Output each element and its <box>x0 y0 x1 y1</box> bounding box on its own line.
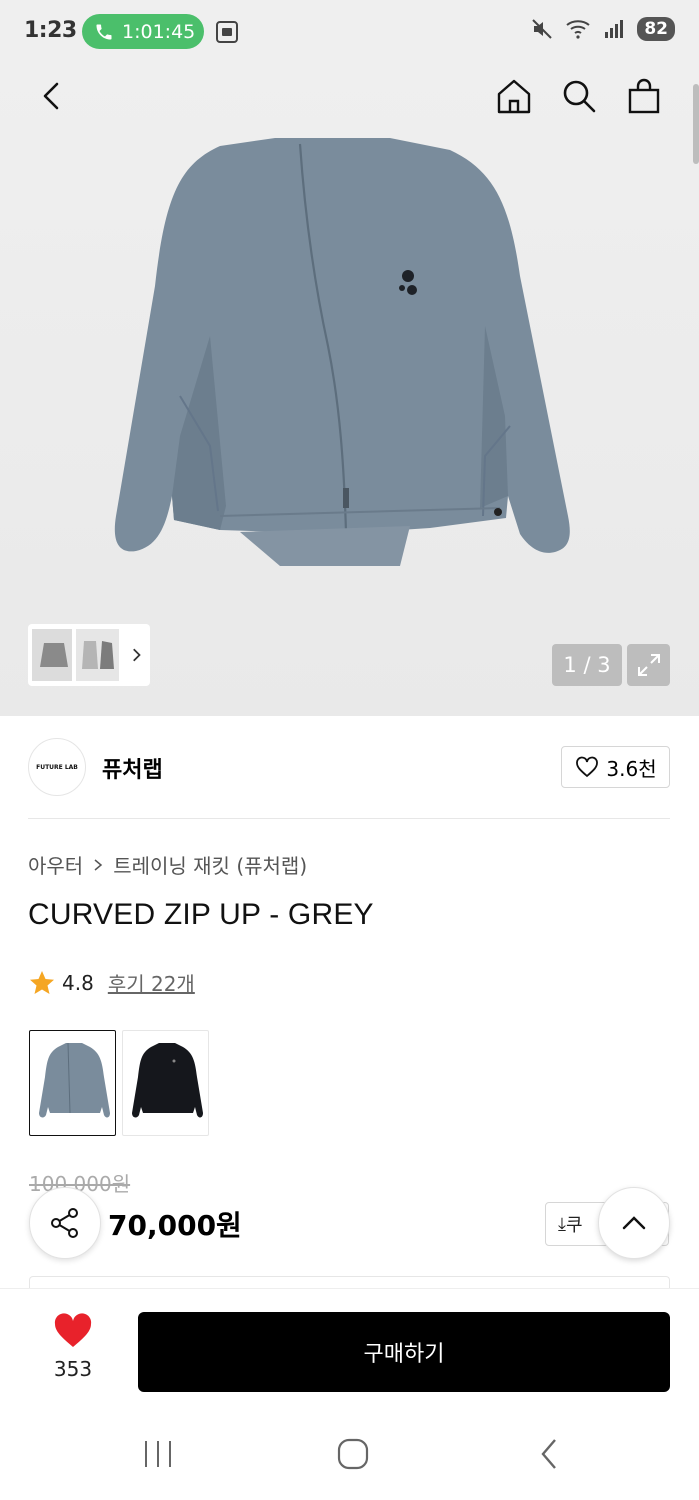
battery-level: 82 <box>637 17 675 41</box>
reviews-link[interactable]: 후기 22개 <box>108 968 195 997</box>
wish-button[interactable]: 353 <box>44 1313 102 1381</box>
star-icon <box>30 970 54 994</box>
thumbnail-strip[interactable] <box>28 624 150 686</box>
share-button[interactable] <box>29 1187 101 1259</box>
back-icon <box>541 1439 556 1469</box>
home-circle-icon <box>337 1438 369 1470</box>
brand-row: FUTURE LAB 퓨처랩 3.6천 <box>28 736 670 798</box>
product-image[interactable] <box>100 136 590 566</box>
call-indicator[interactable]: 1:01:45 <box>82 14 204 49</box>
thumbnail-2[interactable] <box>76 629 119 681</box>
sale-price: 70,000원 <box>108 1209 242 1242</box>
chevron-up-icon <box>622 1216 646 1230</box>
brand-logo-text: FUTURE LAB <box>36 763 78 771</box>
wish-count: 353 <box>53 1357 93 1381</box>
breadcrumb: 아우터 트레이닝 재킷 (퓨처랩) <box>28 850 307 879</box>
home-button[interactable] <box>490 72 538 120</box>
brand-like-button[interactable]: 3.6천 <box>561 746 670 788</box>
recent-apps-icon <box>145 1441 171 1467</box>
share-icon <box>51 1208 78 1238</box>
color-option-grey[interactable] <box>29 1030 116 1136</box>
chevron-left-icon <box>43 82 59 110</box>
brand-name[interactable]: 퓨처랩 <box>102 752 163 784</box>
top-navigation <box>0 64 699 128</box>
color-option-black[interactable] <box>122 1030 209 1136</box>
breadcrumb-category[interactable]: 아우터 <box>28 850 83 879</box>
call-timer: 1:01:45 <box>122 20 196 43</box>
coupon-label: 쿠 <box>565 1215 583 1236</box>
rating-value: 4.8 <box>62 970 94 995</box>
download-icon: ⤓ <box>558 1213 566 1235</box>
color-options <box>29 1030 209 1136</box>
home-icon <box>497 79 531 114</box>
search-button[interactable] <box>555 72 603 120</box>
phone-icon <box>96 24 112 39</box>
expand-icon <box>637 654 660 676</box>
system-back-button[interactable] <box>530 1434 570 1474</box>
product-title: CURVED ZIP UP - GREY <box>28 898 374 931</box>
brand-logo[interactable]: FUTURE LAB <box>28 738 86 796</box>
divider <box>28 818 670 819</box>
thumbnail-1[interactable] <box>32 629 73 681</box>
buy-button[interactable]: 구매하기 <box>138 1312 670 1392</box>
jacket-thumbnail-black <box>132 1043 203 1118</box>
heart-filled-icon <box>54 1313 92 1347</box>
product-gallery[interactable]: 1 / 3 <box>0 64 699 716</box>
jacket-thumbnail-grey <box>39 1042 110 1118</box>
system-navigation <box>0 1408 699 1500</box>
rating-row: 4.8 후기 22개 <box>28 968 195 997</box>
brand-like-count: 3.6천 <box>606 756 657 781</box>
screen-record-icon <box>216 21 238 43</box>
recent-apps-button[interactable] <box>138 1434 178 1474</box>
status-time: 1:23 <box>24 18 77 43</box>
fullscreen-button[interactable] <box>627 644 670 686</box>
breadcrumb-subcategory[interactable]: 트레이닝 재킷 (퓨처랩) <box>113 850 307 879</box>
home-system-button[interactable] <box>333 1434 373 1474</box>
mute-icon <box>532 19 553 39</box>
cart-button[interactable] <box>620 72 668 120</box>
heart-outline-icon <box>576 756 599 778</box>
wifi-icon <box>566 20 590 39</box>
shopping-bag-icon <box>628 78 660 114</box>
scroll-top-button[interactable] <box>598 1187 670 1259</box>
signal-icon <box>605 20 624 38</box>
search-icon <box>563 80 596 113</box>
status-bar: 1:23 1:01:45 82 <box>0 0 699 64</box>
image-counter: 1 / 3 <box>552 644 622 686</box>
purchase-bar: 353 구매하기 <box>0 1288 699 1408</box>
chevron-right-icon[interactable] <box>127 645 146 665</box>
back-button[interactable] <box>28 72 76 120</box>
chevron-right-icon <box>94 858 103 871</box>
